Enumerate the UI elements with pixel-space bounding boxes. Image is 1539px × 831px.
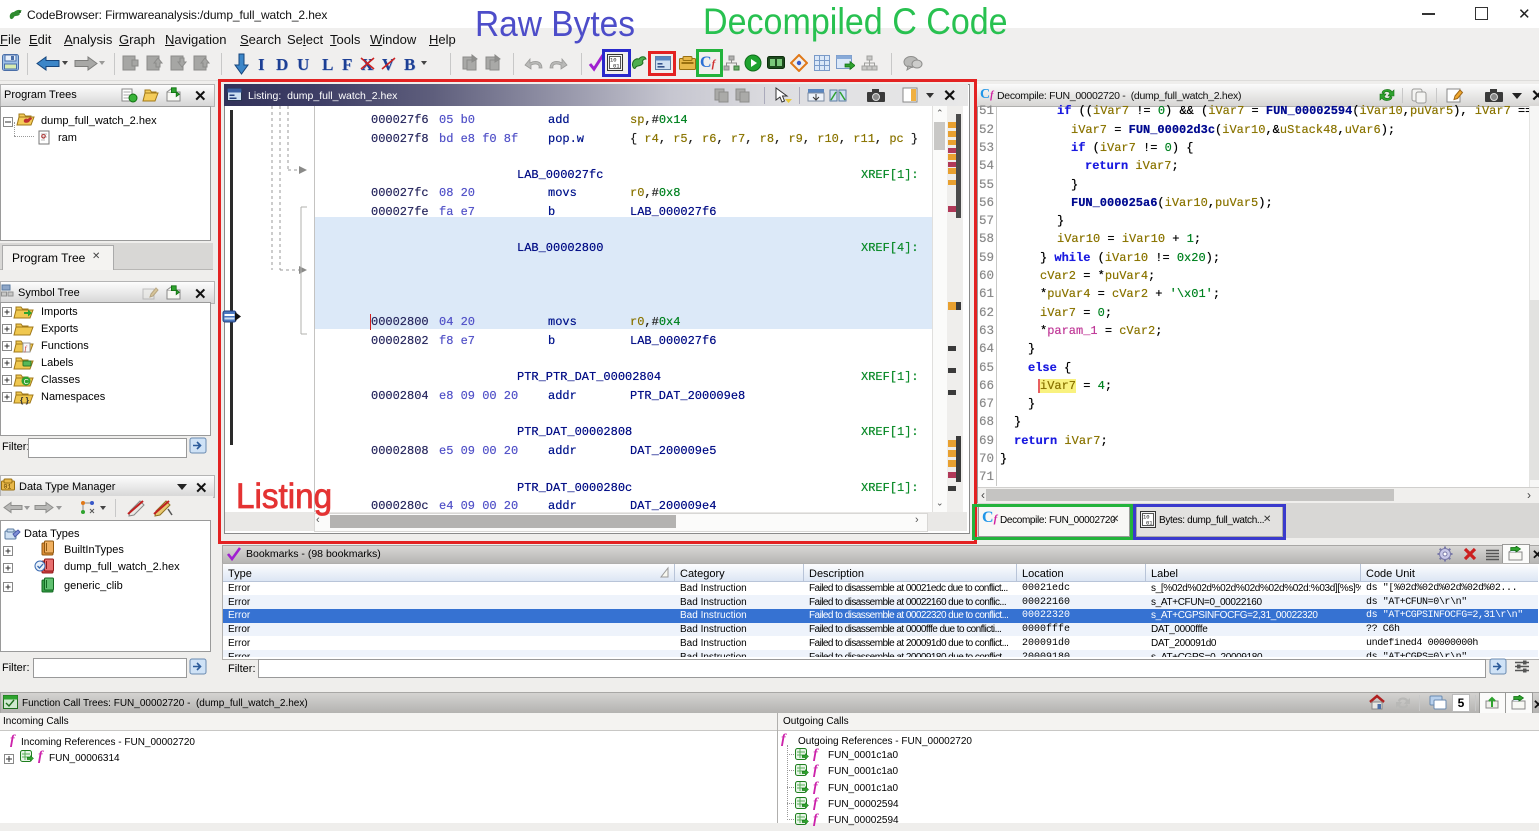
svg-text:01: 01 xyxy=(4,484,12,491)
svg-text:{ }: { } xyxy=(20,395,30,405)
svg-text:C: C xyxy=(24,379,29,386)
